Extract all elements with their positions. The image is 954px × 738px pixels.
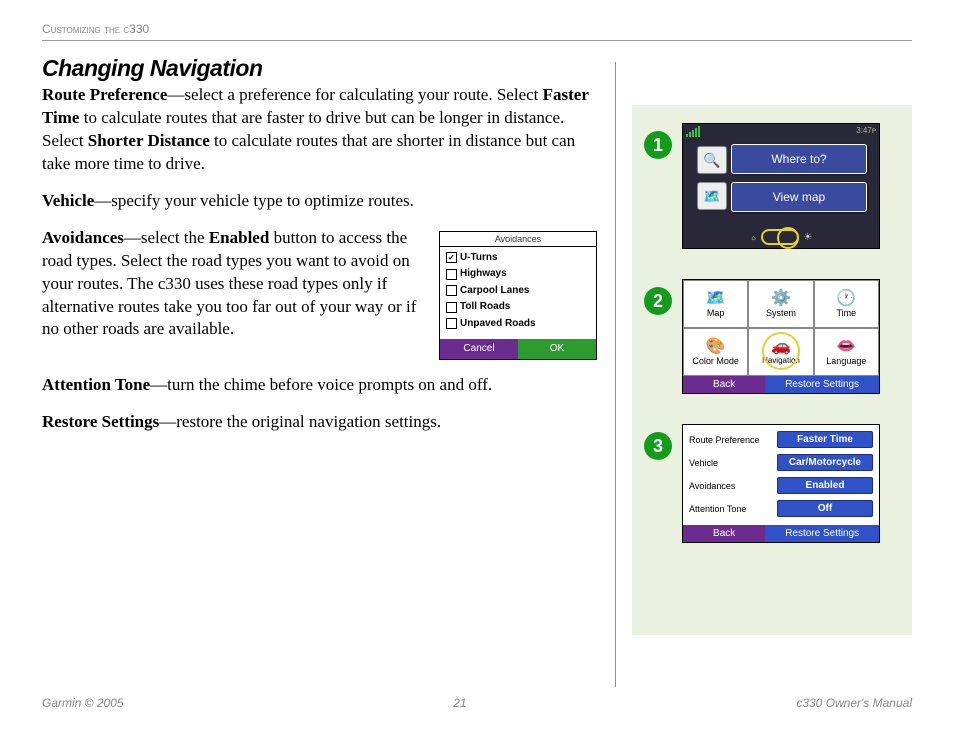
back-button: Back (683, 376, 765, 393)
lead-route-preference: Route Preference (42, 85, 167, 104)
avoid-item: Carpool Lanes (446, 284, 590, 298)
brightness-slider-highlight (761, 229, 799, 245)
cell-map: 🗺️Map (683, 280, 748, 328)
cell-navigation: 🚗Navigation (748, 328, 813, 376)
cancel-button: Cancel (440, 339, 518, 359)
lips-icon: 👄 (836, 339, 856, 355)
off-button: Off (777, 500, 873, 517)
row-route-preference: Route PreferenceFaster Time (689, 431, 873, 448)
back-button: Back (683, 525, 765, 542)
section-title: Changing Navigation (42, 55, 597, 82)
step-3: 3 Route PreferenceFaster Time VehicleCar… (644, 424, 900, 543)
faster-time-button: Faster Time (777, 431, 873, 448)
row-vehicle: VehicleCar/Motorcycle (689, 454, 873, 471)
clock-icon: 🕐 (836, 291, 856, 307)
para-attention-tone: Attention Tone—turn the chime before voi… (42, 374, 597, 397)
lead-restore-settings: Restore Settings (42, 412, 159, 431)
avoid-item: Highways (446, 267, 590, 281)
clock-time: 3:47ᴘ (856, 126, 876, 137)
page-footer: Garmin © 2005 21 c330 Owner's Manual (42, 696, 912, 710)
para-restore-settings: Restore Settings—restore the original na… (42, 411, 597, 434)
brightness-high-icon: ☀ (803, 232, 812, 243)
page-header: Customizing the c330 (42, 22, 912, 41)
car-icon: 🚗 (771, 339, 791, 355)
step-number-3: 3 (644, 432, 672, 460)
gear-icon: ⚙️ (771, 291, 791, 307)
avoid-item: ✓U-Turns (446, 251, 590, 265)
checkbox-icon (446, 318, 457, 329)
lead-avoidances: Avoidances (42, 228, 124, 247)
column-divider (615, 62, 616, 687)
cell-system: ⚙️System (748, 280, 813, 328)
screenshot-home: 3:47ᴘ 🔍 🗺️ Where to? View map ☼ ☀ (682, 123, 880, 249)
screenshot-nav-settings: Route PreferenceFaster Time VehicleCar/M… (682, 424, 880, 543)
enabled-button: Enabled (777, 477, 873, 494)
avoidances-title: Avoidances (440, 232, 596, 247)
footer-page-number: 21 (453, 696, 466, 710)
cell-color-mode: 🎨Color Mode (683, 328, 748, 376)
steps-panel: 1 3:47ᴘ 🔍 🗺️ Where to? View map ☼ ☀ 2 🗺️… (632, 105, 912, 635)
step-number-1: 1 (644, 131, 672, 159)
lead-attention-tone: Attention Tone (42, 375, 150, 394)
avoid-item: Toll Roads (446, 300, 590, 314)
footer-manual-title: c330 Owner's Manual (796, 696, 912, 710)
main-content: Changing Navigation Route Preference—sel… (42, 55, 597, 448)
cell-time: 🕐Time (814, 280, 879, 328)
row-avoidances: AvoidancesEnabled (689, 477, 873, 494)
avoidances-list: ✓U-Turns Highways Carpool Lanes Toll Roa… (440, 247, 596, 340)
vehicle-button: Car/Motorcycle (777, 454, 873, 471)
signal-icon (686, 126, 700, 137)
cell-language: 👄Language (814, 328, 879, 376)
checkbox-icon (446, 269, 457, 280)
para-vehicle: Vehicle—specify your vehicle type to opt… (42, 190, 597, 213)
map-icon: 🗺️ (697, 182, 727, 210)
globe-icon: 🗺️ (706, 291, 726, 307)
step-1: 1 3:47ᴘ 🔍 🗺️ Where to? View map ☼ ☀ (644, 123, 900, 249)
ok-button: OK (518, 339, 596, 359)
avoidances-screenshot: Avoidances ✓U-Turns Highways Carpool Lan… (439, 231, 597, 360)
screenshot-settings-grid: 🗺️Map ⚙️System 🕐Time 🎨Color Mode 🚗Naviga… (682, 279, 880, 394)
avoid-item: Unpaved Roads (446, 317, 590, 331)
para-route-preference: Route Preference—select a preference for… (42, 84, 597, 176)
checkbox-icon (446, 302, 457, 313)
restore-settings-button: Restore Settings (765, 525, 879, 542)
restore-settings-button: Restore Settings (765, 376, 879, 393)
row-attention-tone: Attention ToneOff (689, 500, 873, 517)
palette-icon: 🎨 (706, 339, 726, 355)
footer-copyright: Garmin © 2005 (42, 696, 124, 710)
view-map-button: View map (731, 182, 867, 212)
brightness-low-icon: ☼ (750, 233, 757, 242)
where-to-button: Where to? (731, 144, 867, 174)
checkbox-icon: ✓ (446, 252, 457, 263)
lead-vehicle: Vehicle (42, 191, 94, 210)
step-2: 2 🗺️Map ⚙️System 🕐Time 🎨Color Mode 🚗Navi… (644, 279, 900, 394)
para-avoidances: Avoidances ✓U-Turns Highways Carpool Lan… (42, 227, 597, 360)
magnifier-icon: 🔍 (697, 146, 727, 174)
step-number-2: 2 (644, 287, 672, 315)
checkbox-icon (446, 285, 457, 296)
